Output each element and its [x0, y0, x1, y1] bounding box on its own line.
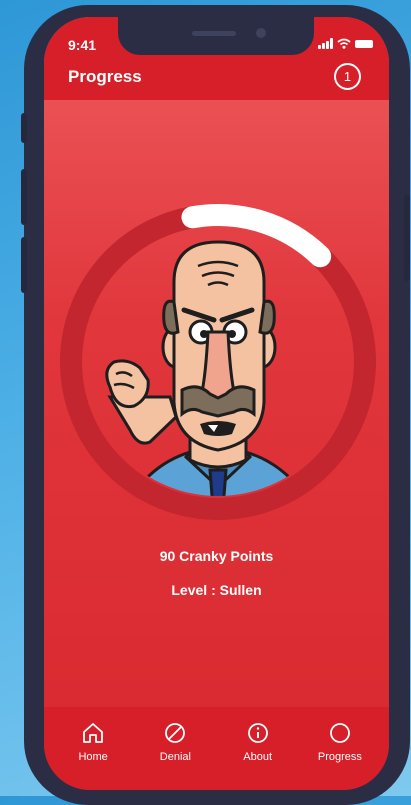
status-time: 9:41: [68, 37, 97, 53]
volume-down-button: [21, 237, 27, 293]
tab-label: Progress: [317, 751, 362, 763]
power-button: [404, 195, 410, 281]
mute-switch: [21, 113, 27, 143]
bottom-tab-bar: Home Denial About Progress: [44, 707, 389, 790]
volume-up-button: [21, 169, 27, 225]
cranky-points-text: 90 Cranky Points: [159, 548, 274, 564]
denial-icon: [165, 723, 186, 743]
circle-icon: [329, 723, 350, 743]
info-icon: [247, 723, 268, 743]
home-icon: [83, 723, 104, 743]
status-icons: [318, 38, 373, 49]
notification-badge[interactable]: 1: [334, 63, 361, 90]
tab-denial[interactable]: Denial: [134, 707, 216, 790]
page-title: Progress: [68, 67, 142, 86]
signal-icon: [318, 38, 333, 49]
tab-progress[interactable]: Progress: [299, 707, 381, 790]
front-camera: [256, 28, 266, 38]
tab-label: Home: [78, 751, 108, 763]
tab-about[interactable]: About: [217, 707, 299, 790]
device-notch: [118, 17, 314, 55]
battery-icon: [355, 39, 373, 48]
wifi-icon: [337, 38, 351, 49]
tab-label: Denial: [159, 751, 191, 763]
progress-ring: [58, 202, 378, 522]
app-screen: 9:41 Progress 1 90 Cranky Points Level:…: [44, 17, 389, 790]
speaker-grille: [192, 31, 236, 36]
tab-label: About: [243, 751, 272, 763]
level-text: Level : Sullen: [171, 582, 262, 598]
tab-home[interactable]: Home: [52, 707, 134, 790]
